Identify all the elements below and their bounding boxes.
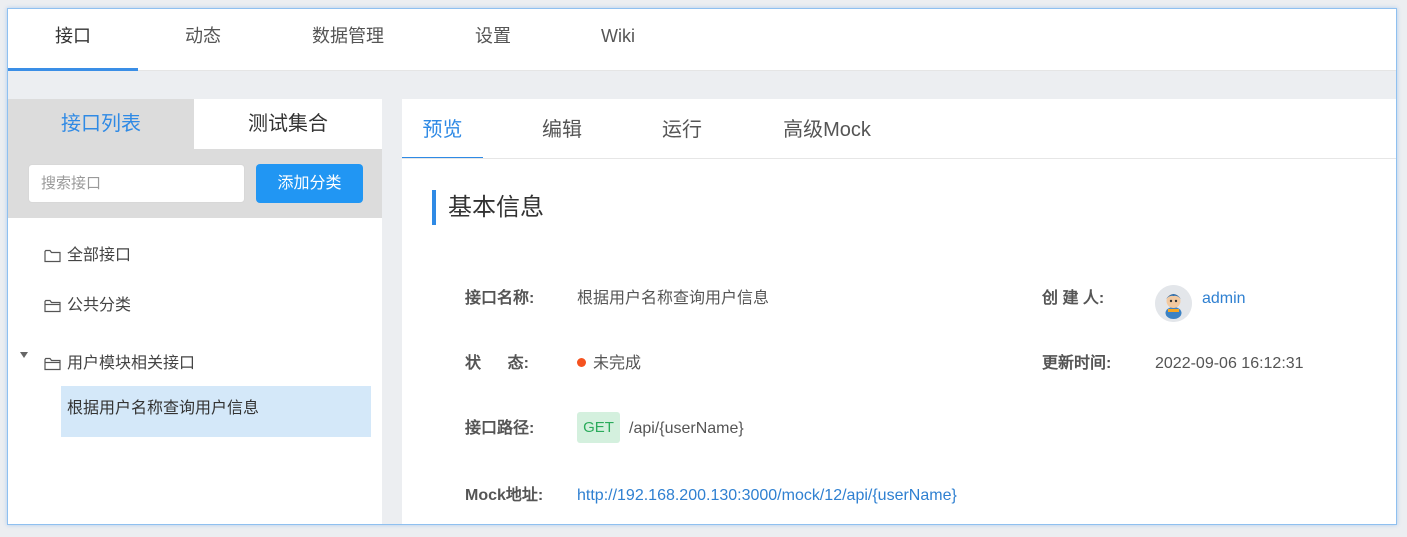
tabs-divider [402,158,1396,159]
status-dot [577,358,586,368]
tab-advanced-mock[interactable]: 高级Mock [772,99,882,159]
status-label: 状 态: [465,355,530,372]
tab-test-collection[interactable]: 测试集合 [194,99,382,149]
detail-tabs: 预览 编辑 运行 高级Mock [402,99,1396,159]
interface-name-label: 接口名称: [465,290,535,307]
tree-item-label: 用户模块相关接口 [67,355,196,372]
search-interface-input[interactable] [28,164,245,203]
folder-icon [44,249,61,262]
tree-item-selected-interface[interactable]: 根据用户名称查询用户信息 [61,386,371,437]
tree-item-user-module[interactable]: 用户模块相关接口 [44,349,195,379]
tab-interface-list[interactable]: 接口列表 [8,99,194,149]
tab-edit[interactable]: 编辑 [522,99,602,159]
tab-activity[interactable]: 动态 [158,9,248,71]
top-nav: 接口 动态 数据管理 设置 Wiki [8,9,1396,71]
tree-item-label: 全部接口 [67,247,132,264]
creator-label: 创 建 人: [1042,290,1105,307]
avatar-icon [1155,285,1192,322]
tab-settings[interactable]: 设置 [448,9,538,71]
interface-path-value: /api/{userName} [629,420,744,437]
sidebar-search-bar: 添加分类 [8,149,382,218]
app-window: 接口 动态 数据管理 设置 Wiki 接口列表 测试集合 添加分类 全部接口 公… [7,8,1397,525]
interface-name-value: 根据用户名称查询用户信息 [577,290,770,307]
interface-path-label: 接口路径: [465,420,535,437]
creator-value[interactable]: admin [1202,287,1246,311]
tab-interface[interactable]: 接口 [8,9,138,71]
status-value-wrap: 未完成 [577,352,641,376]
method-badge: GET [577,412,620,443]
interface-detail-panel: 预览 编辑 运行 高级Mock 基本信息 接口名称: 根据用户名称查询用户信息 … [402,99,1396,524]
tab-data-management[interactable]: 数据管理 [293,9,403,71]
updated-time-label: 更新时间: [1042,355,1112,372]
updated-time-value: 2022-09-06 16:12:31 [1155,355,1304,372]
tab-preview[interactable]: 预览 [402,99,483,159]
mock-address-link[interactable]: http://192.168.200.130:3000/mock/12/api/… [577,484,957,508]
status-value: 未完成 [593,355,642,372]
tab-run[interactable]: 运行 [642,99,722,159]
tree-item-label: 公共分类 [67,297,132,314]
tree-item-public[interactable]: 公共分类 [44,291,131,321]
sidebar-tabs: 接口列表 测试集合 [8,99,382,149]
section-title: 基本信息 [432,190,544,225]
tab-wiki[interactable]: Wiki [578,9,658,71]
tree-item-all[interactable]: 全部接口 [44,241,131,271]
interface-sidebar: 接口列表 测试集合 添加分类 全部接口 公共分类 用户模块相关接口 根据用户名 [8,99,382,524]
add-category-button[interactable]: 添加分类 [256,164,363,203]
caret-down-icon[interactable] [20,352,28,358]
folder-open-icon [44,299,61,312]
folder-open-icon [44,357,61,370]
mock-address-label: Mock地址: [465,487,544,504]
user-avatar[interactable] [1155,285,1192,322]
